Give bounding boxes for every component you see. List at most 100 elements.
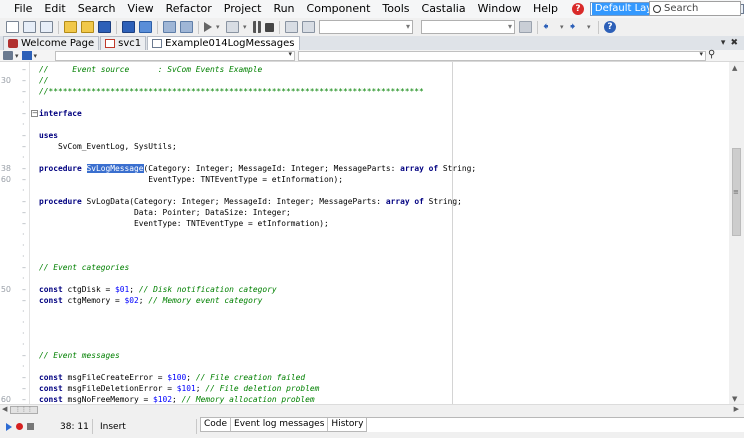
save-all-icon[interactable] (122, 21, 135, 33)
configuration-combo[interactable] (421, 20, 515, 34)
view-form-icon[interactable] (163, 21, 176, 33)
open-icon[interactable] (23, 21, 36, 33)
code-line[interactable]: EventType: TNTEventType = etInformation)… (39, 218, 329, 229)
trace-into-icon[interactable] (302, 21, 315, 33)
chevron-down-icon[interactable]: ▾ (216, 21, 222, 33)
menu-window[interactable]: Window (472, 0, 527, 18)
toolbar-separator (116, 20, 117, 34)
back-arrow-icon[interactable]: 🠸 (543, 21, 556, 33)
class-combo[interactable] (55, 50, 295, 61)
search-icon[interactable]: ⚲ (708, 49, 715, 60)
menu-castalia[interactable]: Castalia (416, 0, 472, 18)
scroll-right-icon[interactable]: ▶ (734, 405, 739, 413)
status-separator (196, 419, 197, 434)
scroll-left-icon[interactable]: ◀ (2, 405, 7, 413)
tab-welcome-page[interactable]: Welcome Page (3, 36, 100, 50)
chevron-down-icon[interactable]: ▾ (15, 52, 19, 60)
tool-icon[interactable] (3, 51, 13, 60)
menu-run[interactable]: Run (267, 0, 300, 18)
code-line[interactable]: // Event messages (39, 350, 120, 361)
scroll-up-icon[interactable]: ▲ (732, 64, 737, 72)
menu-component[interactable]: Component (301, 0, 377, 18)
menu-file[interactable]: File (10, 0, 38, 18)
menu-view[interactable]: View (122, 0, 160, 18)
chevron-down-icon[interactable]: ▾ (34, 52, 38, 60)
menu-refactor[interactable]: Refactor (160, 0, 218, 18)
open-project-icon[interactable] (40, 21, 53, 33)
build-config-icon[interactable] (519, 21, 532, 33)
editor-toolbar: ▾ ▾ ⚲ (0, 49, 744, 62)
code-line[interactable]: // Event categories (39, 262, 129, 273)
toolbar-separator (157, 20, 158, 34)
open-folder-icon[interactable] (81, 21, 94, 33)
scrollbar-thumb[interactable]: ⋮⋮⋮ (10, 406, 38, 414)
search-input[interactable]: Search (649, 1, 741, 16)
code-line[interactable]: const ctgMemory = $02; // Memory event c… (39, 295, 262, 306)
fold-toggle-icon[interactable]: − (31, 110, 38, 117)
help-icon[interactable]: ? (572, 3, 584, 15)
line-marker: – (22, 219, 26, 228)
editor-tab-bar: Welcome Page svc1 Example014LogMessages … (0, 36, 744, 50)
code-line[interactable]: const msgNoFreeMemory = $102; // Memory … (39, 394, 315, 404)
menu-tools[interactable]: Tools (376, 0, 415, 18)
code-line[interactable]: interface (39, 108, 82, 119)
horizontal-scrollbar[interactable]: ◀ ⋮⋮⋮ ▶ (0, 404, 744, 415)
tab-history[interactable]: History (328, 418, 366, 431)
run-without-debug-icon[interactable] (226, 21, 239, 33)
chevron-down-icon[interactable]: ▾ (243, 21, 249, 33)
stop-icon[interactable] (265, 22, 274, 32)
code-line[interactable]: // (39, 75, 49, 86)
new-file-icon[interactable] (6, 21, 19, 33)
menu-help[interactable]: Help (527, 0, 564, 18)
code-line[interactable]: //**************************************… (39, 86, 424, 97)
line-marker: – (22, 296, 26, 305)
record-macro-icon[interactable] (16, 423, 23, 430)
tab-code[interactable]: Code (201, 418, 232, 431)
tab-label: Welcome Page (21, 38, 95, 49)
chevron-down-icon[interactable]: ▾ (560, 21, 566, 33)
code-line[interactable]: const msgFileCreateError = $100; // File… (39, 372, 305, 383)
new-items-icon[interactable] (64, 21, 77, 33)
code-line[interactable]: const msgFileDeletionError = $101; // Fi… (39, 383, 319, 394)
fold-margin: −− (30, 62, 38, 404)
toggle-form-unit-icon[interactable] (180, 21, 193, 33)
play-macro-icon[interactable] (6, 422, 12, 431)
tab-event-log-messages[interactable]: Event log messages (231, 418, 329, 431)
code-line[interactable]: uses (39, 130, 58, 141)
stop-macro-icon[interactable] (27, 423, 34, 430)
line-marker: · (22, 340, 25, 349)
method-combo[interactable] (298, 50, 706, 61)
line-marker: – (22, 285, 26, 294)
line-marker: · (22, 307, 25, 316)
menu-search[interactable]: Search (72, 0, 122, 18)
save-icon[interactable] (98, 21, 111, 33)
view-tabs-strip (338, 417, 744, 432)
code-line[interactable]: SvCom_EventLog, SysUtils; (39, 141, 177, 152)
code-line[interactable]: // Event source : SvCom Events Example (39, 64, 262, 75)
code-line[interactable]: const ctgDisk = $01; // Disk notificatio… (39, 284, 277, 295)
forward-arrow-icon[interactable]: 🠺 (570, 21, 583, 33)
code-line[interactable]: procedure SvLogMessage(Category: Integer… (39, 163, 476, 174)
close-icon[interactable]: ✖ (730, 38, 738, 48)
vertical-scrollbar[interactable]: ▲ ≡ ▼ (729, 62, 744, 404)
platform-combo[interactable] (319, 20, 413, 34)
code-editor[interactable]: –––·–·––·––·–––···–·––····–·–––···–30386… (0, 62, 744, 437)
step-over-icon[interactable] (285, 21, 298, 33)
scroll-down-icon[interactable]: ▼ (732, 395, 737, 403)
chevron-down-icon[interactable]: ▾ (587, 21, 593, 33)
code-area[interactable]: // Event source : SvCom Events Example//… (39, 62, 729, 404)
tab-example014logmessages[interactable]: Example014LogMessages (147, 36, 300, 50)
code-line[interactable]: procedure SvLogData(Category: Integer; M… (39, 196, 462, 207)
menu-edit[interactable]: Edit (38, 0, 71, 18)
menu-project[interactable]: Project (218, 0, 268, 18)
run-icon[interactable] (204, 22, 212, 32)
code-line[interactable]: Data: Pointer; DataSize: Integer; (39, 207, 291, 218)
tab-svc1[interactable]: svc1 (100, 36, 147, 50)
chevron-down-icon[interactable]: ▾ (721, 38, 726, 48)
line-marker: – (22, 384, 26, 393)
view-unit-icon[interactable] (139, 21, 152, 33)
help-icon[interactable]: ? (604, 21, 616, 33)
code-line[interactable]: EventType: TNTEventType = etInformation)… (39, 174, 343, 185)
pause-icon[interactable] (253, 21, 261, 33)
structure-icon[interactable] (21, 51, 32, 60)
